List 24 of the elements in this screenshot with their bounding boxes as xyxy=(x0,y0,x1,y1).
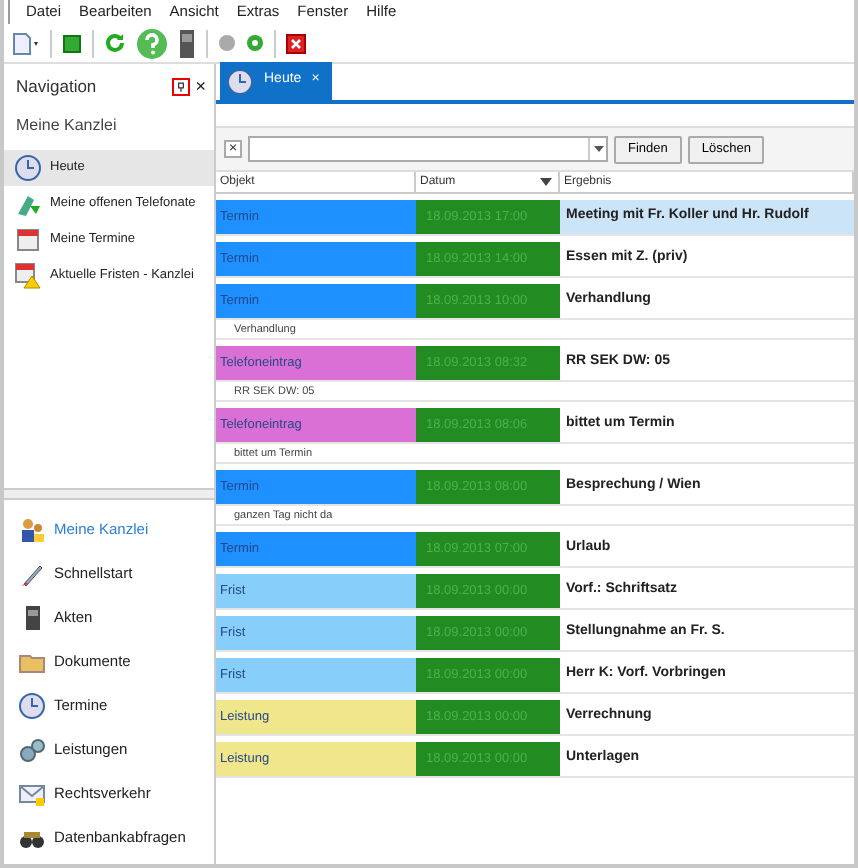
close-button[interactable]: × xyxy=(195,77,206,95)
refresh-icon[interactable] xyxy=(104,32,126,54)
calendar-icon xyxy=(14,226,42,254)
ring-icon[interactable] xyxy=(246,34,264,52)
people-icon xyxy=(18,516,46,544)
close-icon[interactable] xyxy=(286,33,306,53)
panel-title: Navigation xyxy=(16,73,99,99)
envelope-icon xyxy=(18,780,46,808)
pin-icon[interactable] xyxy=(171,77,190,95)
sort-arrow-icon xyxy=(540,178,552,186)
splitter-handle[interactable] xyxy=(4,488,214,500)
clock-icon xyxy=(14,154,42,182)
cabinet-icon[interactable] xyxy=(178,27,196,59)
dropdown-arrow-icon[interactable] xyxy=(593,146,603,152)
dot-icon[interactable] xyxy=(218,34,236,52)
section-title: Meine Kanzlei xyxy=(14,114,119,138)
search-field[interactable] xyxy=(248,136,608,162)
new-document-icon[interactable] xyxy=(12,31,40,55)
clock-icon xyxy=(18,692,46,720)
calendar-warning-icon xyxy=(14,262,42,290)
square-icon[interactable] xyxy=(62,33,82,53)
clock-icon xyxy=(226,67,254,95)
gears-icon xyxy=(18,736,46,764)
help-icon[interactable] xyxy=(136,27,168,59)
